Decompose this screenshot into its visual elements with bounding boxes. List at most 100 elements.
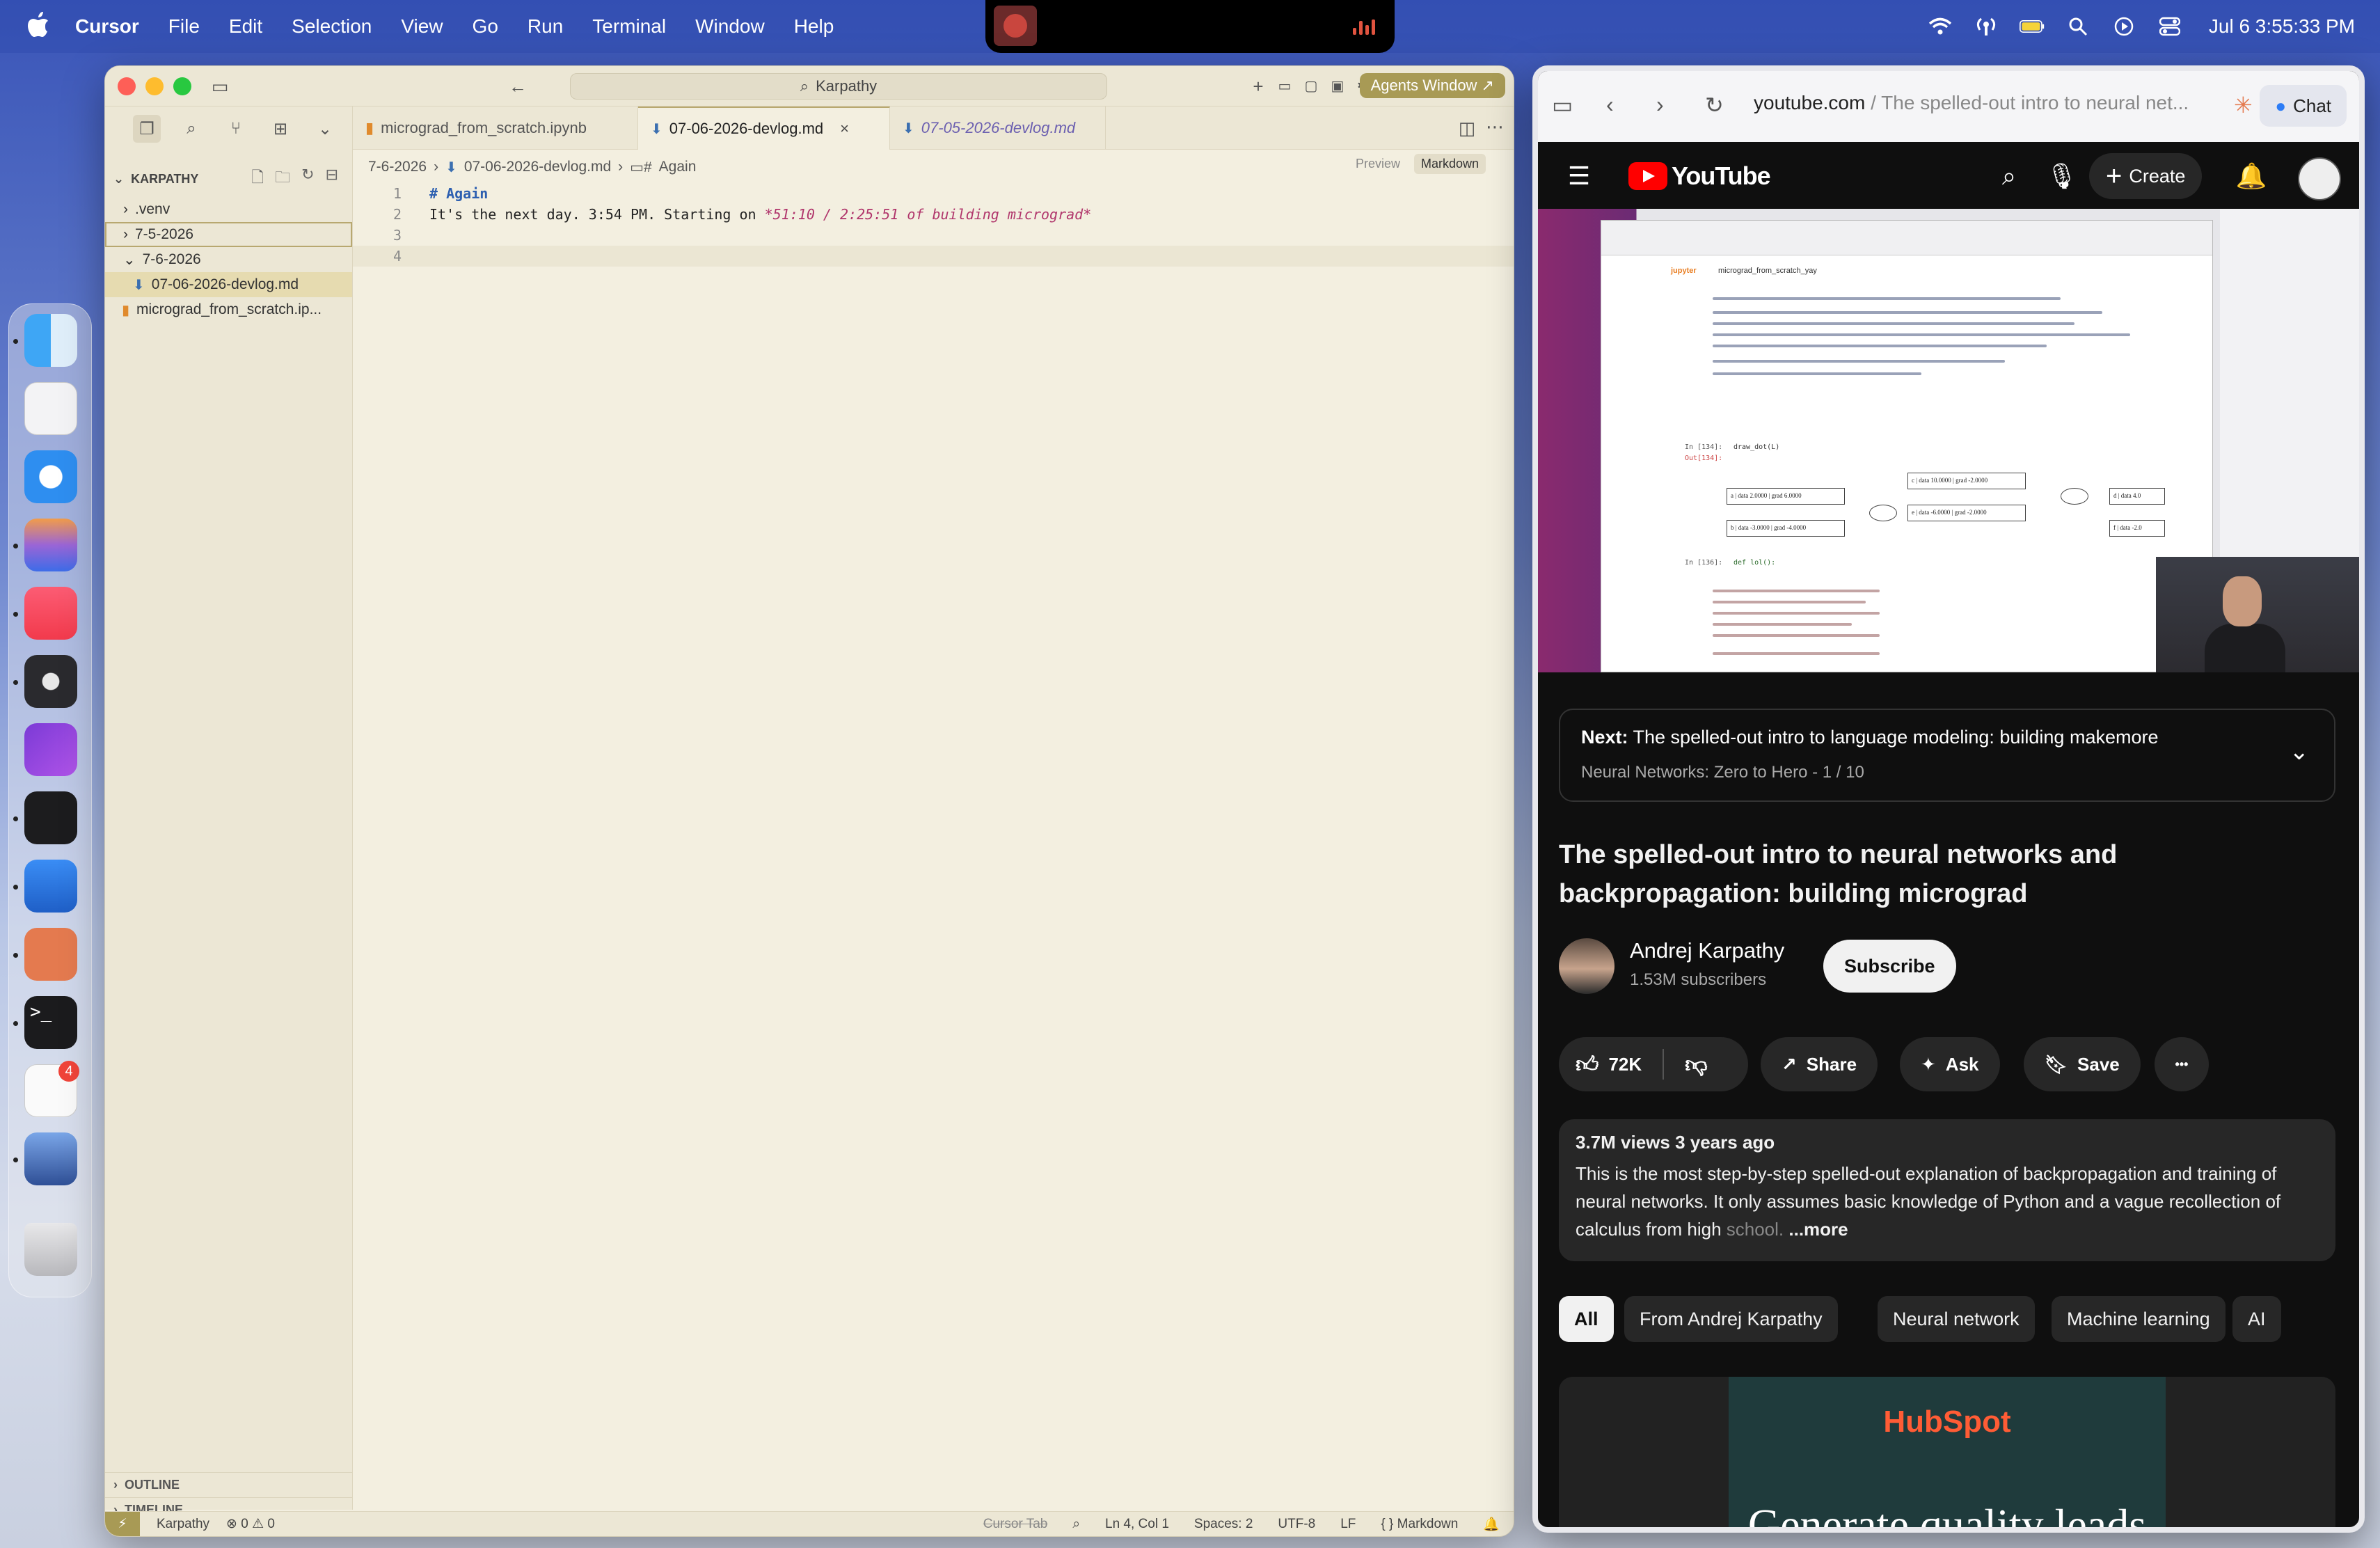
- source-control-icon[interactable]: ⑂: [222, 115, 250, 143]
- status-position[interactable]: Ln 4, Col 1: [1105, 1517, 1169, 1532]
- user-avatar[interactable]: [2298, 157, 2341, 200]
- outline-section[interactable]: › OUTLINE: [105, 1472, 352, 1497]
- split-editor-icon[interactable]: ◫: [1457, 118, 1477, 139]
- menu-go[interactable]: Go: [473, 15, 498, 38]
- code-line[interactable]: 3: [353, 225, 1514, 246]
- now-playing-notch[interactable]: [985, 0, 1395, 53]
- battery-icon[interactable]: [2019, 16, 2045, 37]
- thumbs-down-icon[interactable]: 👎︎: [1685, 1051, 1707, 1078]
- back-arrow-icon[interactable]: ←: [507, 76, 528, 97]
- control-center-icon[interactable]: [2157, 16, 2182, 37]
- reminders-icon[interactable]: 4: [24, 1061, 79, 1117]
- trash-icon[interactable]: [24, 1223, 77, 1276]
- new-file-icon[interactable]: 🗋: [251, 166, 264, 192]
- menubar-clock[interactable]: Jul 6 3:55:33 PM: [2209, 15, 2355, 38]
- breadcrumb-folder[interactable]: 7-6-2026: [368, 159, 427, 175]
- status-problems[interactable]: ⊗ 0 ⚠ 0: [226, 1516, 275, 1532]
- search-icon[interactable]: ⌕: [177, 115, 205, 143]
- claude-icon[interactable]: [24, 928, 77, 981]
- menu-file[interactable]: File: [168, 15, 200, 38]
- finder-icon[interactable]: [24, 314, 77, 367]
- tree-item-folder-7-6-2026[interactable]: ⌄ 7-6-2026: [105, 247, 352, 272]
- breadcrumb-file[interactable]: 07-06-2026-devlog.md: [464, 159, 611, 175]
- create-button[interactable]: + Create: [2089, 153, 2203, 199]
- chip-all[interactable]: All: [1559, 1296, 1614, 1342]
- chip-machine-learning[interactable]: Machine learning: [2052, 1296, 2226, 1342]
- ask-button[interactable]: ✦ Ask: [1900, 1037, 2000, 1091]
- agents-window-button[interactable]: Agents Window ↗: [1359, 73, 1505, 98]
- xcode-icon[interactable]: [24, 860, 77, 913]
- tab-micrograd-notebook[interactable]: ▮ micrograd_from_scratch.ipynb: [353, 106, 638, 150]
- video-description[interactable]: 3.7M views 3 years ago This is the most …: [1559, 1119, 2335, 1261]
- airdrop-icon[interactable]: [1974, 16, 1999, 37]
- tab-devlog-07-06[interactable]: ⬇ 07-06-2026-devlog.md ×: [638, 106, 890, 150]
- code-line[interactable]: 1 # Again: [353, 183, 1514, 204]
- youtube-logo[interactable]: YouTube: [1628, 161, 1771, 191]
- music-icon[interactable]: [24, 587, 77, 640]
- code-line-current[interactable]: 4: [353, 246, 1514, 267]
- cursor-app-icon[interactable]: [24, 791, 77, 844]
- status-cursor-tab[interactable]: Cursor Tab: [983, 1517, 1048, 1532]
- chat-bubble-icon[interactable]: ▢: [1301, 76, 1322, 97]
- menu-run[interactable]: Run: [527, 15, 563, 38]
- menu-cursor[interactable]: Cursor: [75, 15, 139, 38]
- terminal-icon[interactable]: >_: [24, 996, 77, 1049]
- close-tab-icon[interactable]: ×: [840, 120, 849, 138]
- layout-panel-icon[interactable]: ▭: [1274, 76, 1295, 97]
- microphone-icon[interactable]: 🎙: [2045, 159, 2079, 194]
- thumbs-up-icon[interactable]: 👍︎: [1576, 1051, 1598, 1078]
- chip-from-channel[interactable]: From Andrej Karpathy: [1624, 1296, 1838, 1342]
- launchpad-icon[interactable]: [24, 382, 77, 435]
- close-window-button[interactable]: [118, 77, 136, 95]
- hamburger-menu-icon[interactable]: ☰: [1562, 159, 1596, 194]
- toggle-sidebar-icon[interactable]: ▭: [209, 76, 230, 97]
- breadcrumb-section[interactable]: Again: [659, 159, 697, 175]
- search-icon[interactable]: [2065, 16, 2091, 37]
- code-line[interactable]: 2 It's the next day. 3:54 PM. Starting o…: [353, 204, 1514, 225]
- refresh-icon[interactable]: ↻: [301, 166, 314, 192]
- chat-button[interactable]: ● Chat: [2260, 85, 2347, 127]
- code-editor[interactable]: 1 # Again 2 It's the next day. 3:54 PM. …: [353, 183, 1514, 1471]
- menu-window[interactable]: Window: [695, 15, 765, 38]
- tree-item-venv[interactable]: › .venv: [105, 197, 352, 222]
- save-button[interactable]: 🔖︎ Save: [2024, 1037, 2141, 1091]
- markdown-mode-button[interactable]: Markdown: [1413, 154, 1486, 174]
- menu-selection[interactable]: Selection: [292, 15, 372, 38]
- tab-devlog-07-05[interactable]: ⬇ 07-05-2026-devlog.md: [890, 106, 1106, 150]
- wifi-icon[interactable]: [1928, 16, 1953, 37]
- show-more-link[interactable]: ...more: [1784, 1219, 1848, 1240]
- subscribe-button[interactable]: Subscribe: [1823, 940, 1956, 993]
- customize-layout-icon[interactable]: ▣: [1327, 76, 1348, 97]
- new-folder-icon[interactable]: 🗀: [275, 166, 290, 192]
- arc-icon[interactable]: [24, 519, 77, 571]
- forward-icon[interactable]: ›: [1656, 92, 1664, 118]
- video-player[interactable]: jupyter micrograd_from_scratch_yay In [1…: [1538, 209, 2359, 672]
- address-bar[interactable]: youtube.com / The spelled-out intro to n…: [1754, 92, 2199, 114]
- tree-item-folder-7-5-2026[interactable]: › 7-5-2026: [105, 222, 352, 247]
- collapse-all-icon[interactable]: ⊟: [326, 166, 338, 192]
- share-button[interactable]: ↗ Share: [1761, 1037, 1878, 1091]
- channel-avatar[interactable]: [1559, 938, 1615, 994]
- channel-name[interactable]: Andrej Karpathy: [1630, 938, 1784, 963]
- claude-extension-icon[interactable]: ✳: [2234, 92, 2253, 118]
- extensions-icon[interactable]: ⊞: [267, 115, 294, 143]
- status-encoding[interactable]: UTF-8: [1278, 1517, 1315, 1532]
- menu-terminal[interactable]: Terminal: [592, 15, 666, 38]
- chevron-down-icon[interactable]: ⌄: [2290, 738, 2310, 766]
- remote-indicator-icon[interactable]: ⚡: [105, 1511, 140, 1536]
- notifications-bell-icon[interactable]: 🔔: [2234, 159, 2269, 194]
- tree-item-notebook-file[interactable]: ▮ micrograd_from_scratch.ip...: [105, 297, 352, 322]
- new-chat-icon[interactable]: +: [1248, 76, 1269, 97]
- minimize-window-button[interactable]: [145, 77, 164, 95]
- screen-record-icon[interactable]: [2111, 16, 2136, 37]
- davinci-resolve-icon[interactable]: [24, 655, 77, 708]
- menu-view[interactable]: View: [401, 15, 443, 38]
- playlist-next-card[interactable]: Next: The spelled-out intro to language …: [1559, 709, 2335, 802]
- chip-ai[interactable]: AI: [2232, 1296, 2281, 1342]
- status-eol[interactable]: LF: [1340, 1517, 1356, 1532]
- status-workspace[interactable]: Karpathy: [157, 1517, 209, 1532]
- apple-logo-icon[interactable]: [26, 11, 50, 39]
- search-icon[interactable]: ⌕: [1992, 159, 2026, 194]
- backup-icon[interactable]: [24, 1132, 77, 1185]
- sponsored-ad[interactable]: HubSpot Generate quality leads: [1559, 1377, 2335, 1527]
